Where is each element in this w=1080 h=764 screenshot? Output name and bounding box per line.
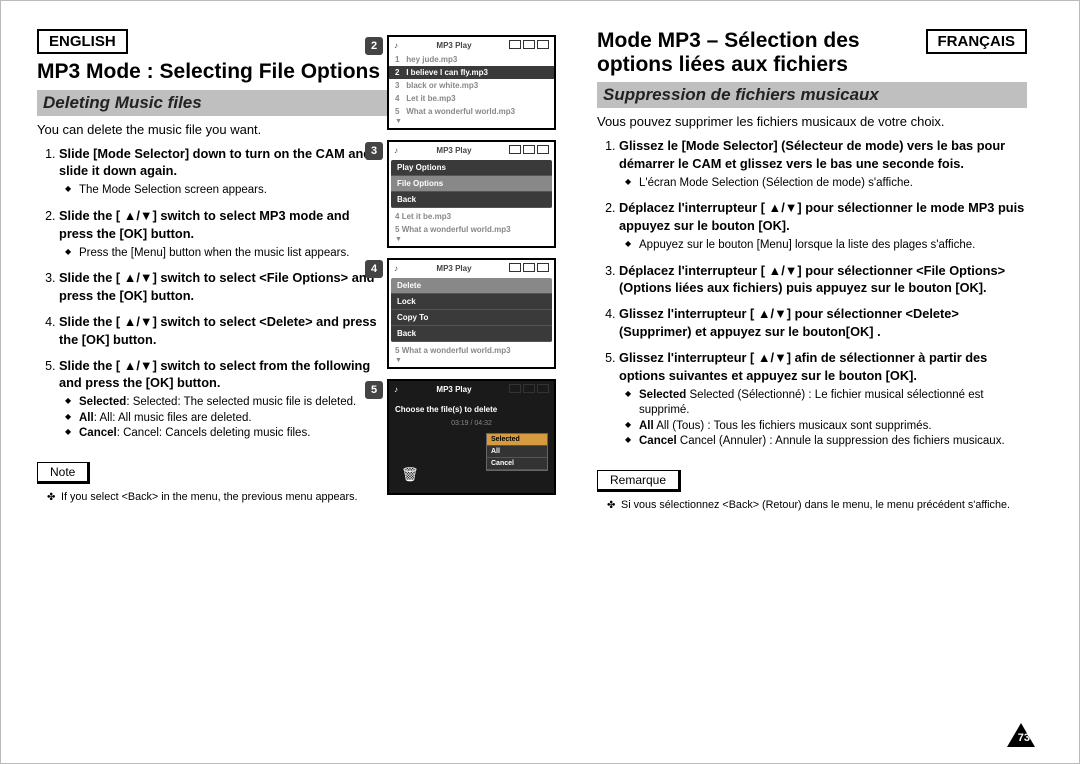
note-text-fr: Si vous sélectionnez <Back> (Retour) dan…: [611, 498, 1027, 513]
screen-5: 5 MP3 Play Choose the file(s) to delete …: [387, 379, 597, 495]
status-icons: [507, 145, 549, 156]
step-item: Slide the [ ▲/▼] switch to select <Delet…: [59, 313, 387, 349]
delete-popup: Selected All Cancel: [486, 433, 548, 471]
time-display: 03:19 / 04:32: [389, 418, 554, 430]
lang-label-fr: FRANÇAIS: [926, 29, 1028, 54]
music-icon: [394, 146, 401, 155]
down-arrow-icon: ▼: [389, 357, 554, 367]
step-item: Slide the [ ▲/▼] switch to select MP3 mo…: [59, 207, 387, 261]
section-heading-fr: Suppression de fichiers musicaux: [597, 82, 1027, 108]
step-item: Glissez l'interrupteur [ ▲/▼] pour sélec…: [619, 305, 1027, 341]
step-item: Slide the [ ▲/▼] switch to select <File …: [59, 269, 387, 305]
step-item: Déplacez l'interrupteur [ ▲/▼] pour séle…: [619, 262, 1027, 298]
music-icon: [394, 264, 401, 273]
french-column: FRANÇAIS Mode MP3 – Sélection des option…: [597, 29, 1027, 513]
music-icon: [394, 385, 401, 394]
step-item: Slide the [ ▲/▼] switch to select from t…: [59, 357, 387, 442]
status-icons: [507, 40, 549, 51]
manual-page: ENGLISH MP3 Mode : Selecting File Option…: [0, 0, 1080, 764]
prompt-text: Choose the file(s) to delete: [389, 397, 554, 418]
down-arrow-icon: ▼: [389, 118, 554, 128]
step-item: Slide [Mode Selector] down to turn on th…: [59, 145, 387, 199]
english-column: ENGLISH MP3 Mode : Selecting File Option…: [37, 29, 387, 513]
section-heading-en: Deleting Music files: [37, 90, 387, 116]
note-text-en: If you select <Back> in the menu, the pr…: [51, 490, 387, 505]
step-badge: 4: [365, 260, 383, 278]
step-item: Glissez l'interrupteur [ ▲/▼] afin de sé…: [619, 349, 1027, 450]
screen-4: 4 MP3 Play Delete Lock Copy To Back 5 Wh…: [387, 258, 597, 369]
page-title-en: MP3 Mode : Selecting File Options: [37, 60, 387, 84]
step-badge: 2: [365, 37, 383, 55]
steps-list-en: Slide [Mode Selector] down to turn on th…: [37, 145, 387, 442]
step-item: Déplacez l'interrupteur [ ▲/▼] pour séle…: [619, 199, 1027, 253]
screen-2: 2 MP3 Play 1 hey jude.mp3 2 I believe I …: [387, 35, 597, 130]
music-icon: [394, 41, 401, 50]
note-label-fr: Remarque: [597, 470, 681, 492]
intro-en: You can delete the music file you want.: [37, 122, 387, 137]
trash-icon: 🗑: [401, 466, 419, 483]
step-badge: 5: [365, 381, 383, 399]
step-badge: 3: [365, 142, 383, 160]
steps-list-fr: Glissez le [Mode Selector] (Sélecteur de…: [597, 137, 1027, 450]
status-icons: [507, 384, 549, 395]
intro-fr: Vous pouvez supprimer les fichiers music…: [597, 114, 1027, 129]
page-number-text: 73: [1018, 732, 1030, 744]
step-item: Glissez le [Mode Selector] (Sélecteur de…: [619, 137, 1027, 191]
status-icons: [507, 263, 549, 274]
note-label-en: Note: [37, 462, 90, 484]
screenshots-column: 2 MP3 Play 1 hey jude.mp3 2 I believe I …: [387, 29, 597, 513]
screen-3: 3 MP3 Play Play Options File Options Bac…: [387, 140, 597, 248]
down-arrow-icon: ▼: [389, 236, 554, 246]
lang-label-en: ENGLISH: [37, 29, 128, 54]
